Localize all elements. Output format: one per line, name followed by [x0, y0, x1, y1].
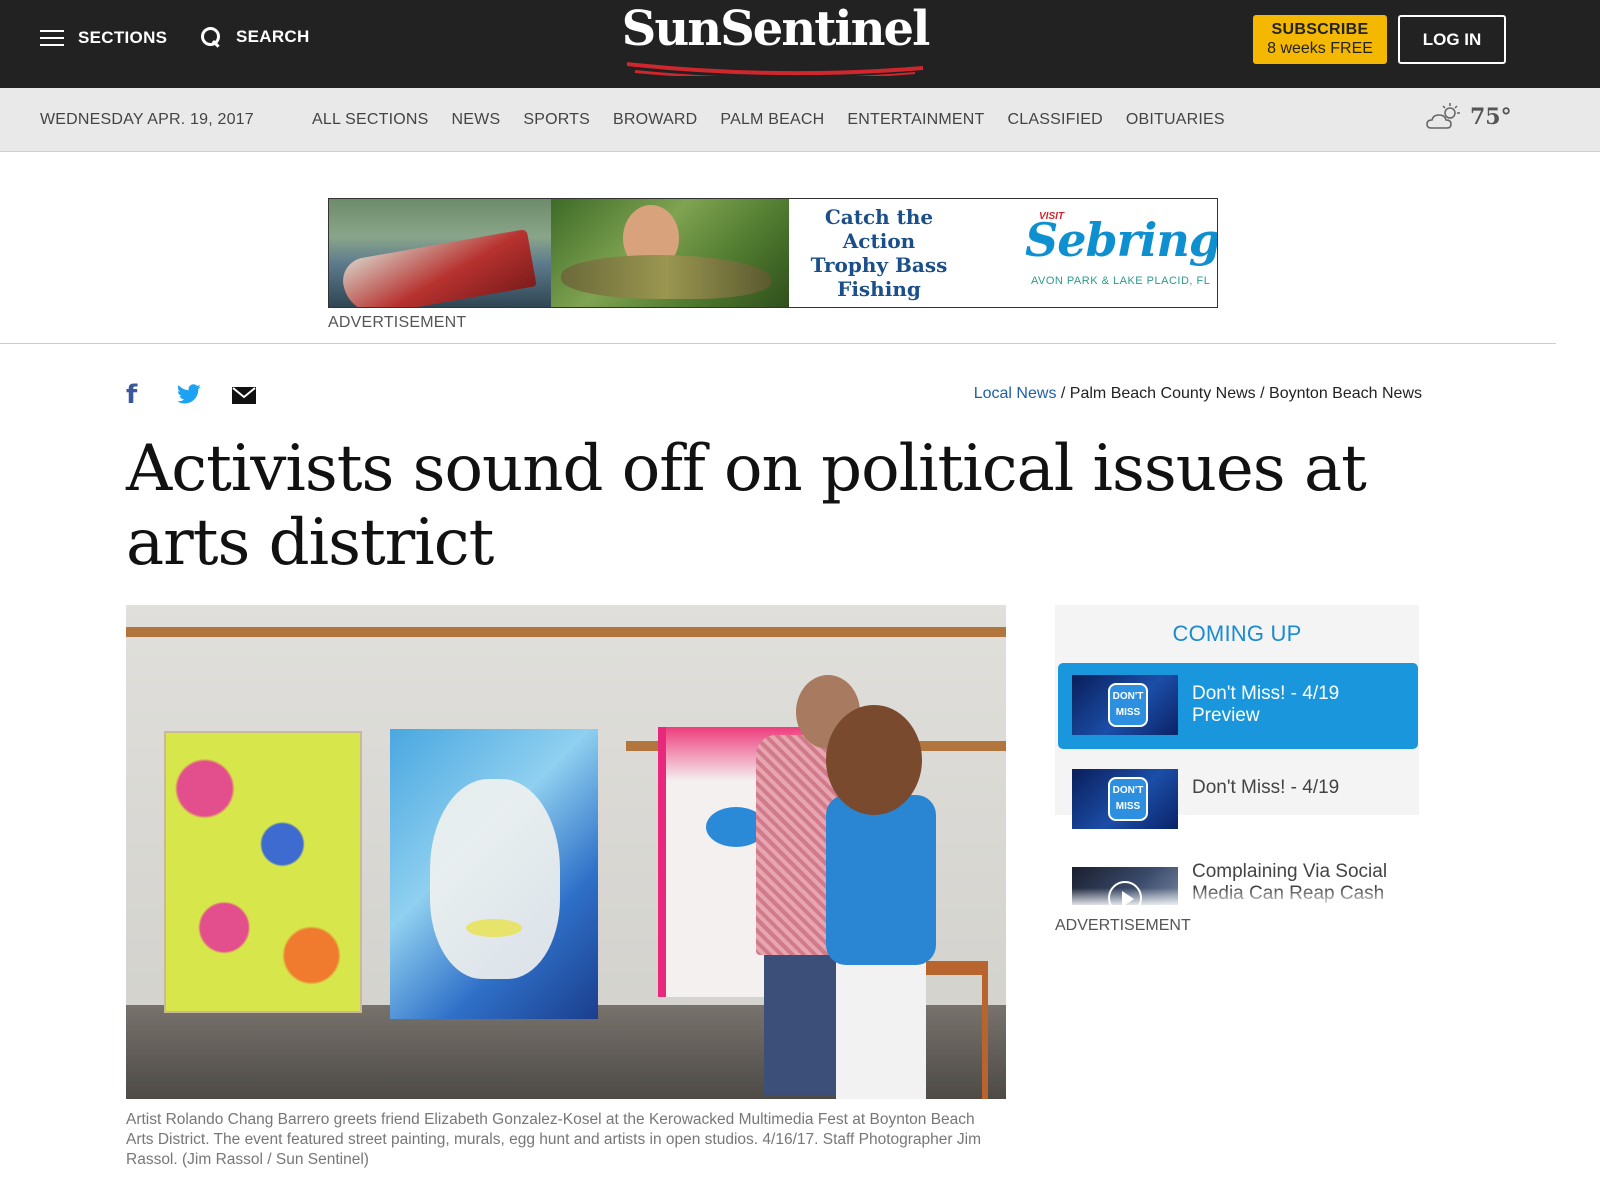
breadcrumb-local-news[interactable]: Local News: [974, 385, 1057, 402]
login-button[interactable]: LOG IN: [1398, 15, 1506, 64]
sections-button[interactable]: SECTIONS: [40, 28, 167, 48]
nav-item-all-sections[interactable]: ALL SECTIONS: [312, 111, 429, 129]
nav-item-entertainment[interactable]: ENTERTAINMENT: [847, 111, 984, 129]
video-item[interactable]: DON'T MISS Don't Miss! - 4/19: [1058, 757, 1418, 843]
breadcrumb-boynton-beach-news[interactable]: Boynton Beach News: [1269, 385, 1422, 402]
ad-copy-line: Fishing: [837, 277, 921, 301]
site-header: SECTIONS SEARCH SunSentinel SUBSCRIBE 8 …: [0, 0, 1600, 88]
video-title: Don't Miss! - 4/19 Preview: [1192, 683, 1340, 726]
logo-swoosh-icon: [627, 62, 923, 76]
hamburger-menu-icon: [40, 29, 64, 47]
partly-cloudy-icon: [1426, 103, 1460, 129]
dont-miss-badge: DON'T MISS: [1108, 683, 1148, 727]
divider: [0, 343, 1556, 344]
logo-text: SunSentinel: [621, 1, 931, 57]
video-item[interactable]: DON'T MISS Don't Miss! - 4/19 Preview: [1058, 663, 1418, 749]
banner-ad[interactable]: Catch the Action Trophy Bass Fishing Seb…: [328, 198, 1218, 308]
facebook-icon[interactable]: f: [126, 380, 156, 410]
sections-label: SECTIONS: [78, 28, 168, 47]
ad-fisherman-photo: [551, 199, 789, 307]
nav-item-obituaries[interactable]: OBITUARIES: [1126, 111, 1225, 129]
section-nav-bar: WEDNESDAY APR. 19, 2017 ALL SECTIONS NEW…: [0, 88, 1600, 152]
ad-label: ADVERTISEMENT: [328, 314, 467, 331]
site-logo[interactable]: SunSentinel: [620, 2, 930, 78]
temperature: 75°: [1470, 104, 1512, 130]
nav-item-news[interactable]: NEWS: [452, 111, 501, 129]
breadcrumb: Local News / Palm Beach County News / Bo…: [974, 385, 1422, 403]
search-label: SEARCH: [236, 27, 310, 46]
fade-overlay: [1055, 888, 1419, 908]
ad-brand-visit: VISIT: [1039, 211, 1065, 222]
nav-item-sports[interactable]: SPORTS: [523, 111, 590, 129]
coming-up-widget: COMING UP DON'T MISS Don't Miss! - 4/19 …: [1055, 605, 1419, 829]
sidebar-ad-label: ADVERTISEMENT: [1055, 917, 1191, 934]
painting-birds: [164, 731, 362, 1013]
video-thumbnail: DON'T MISS: [1072, 769, 1178, 829]
subscribe-button[interactable]: SUBSCRIBE 8 weeks FREE: [1253, 15, 1387, 64]
article-headline: Activists sound off on political issues …: [126, 432, 1367, 580]
video-thumbnail: DON'T MISS: [1072, 675, 1178, 735]
ad-brand-logo: Sebring VISIT AVON PARK & LAKE PLACID, F…: [969, 199, 1217, 307]
video-title: Don't Miss! - 4/19: [1192, 777, 1340, 798]
nav-item-broward[interactable]: BROWARD: [613, 111, 697, 129]
search-button[interactable]: SEARCH: [200, 26, 310, 48]
share-bar: f: [126, 380, 256, 410]
ad-copy-line: Catch the: [824, 205, 934, 229]
twitter-icon[interactable]: [176, 384, 202, 406]
photo-caption: Artist Rolando Chang Barrero greets frie…: [126, 1111, 981, 1168]
painting-face: [390, 729, 598, 1019]
ad-brand-sub: AVON PARK & LAKE PLACID, FL: [1031, 275, 1211, 287]
weather-widget[interactable]: 75°: [1426, 102, 1512, 132]
ad-copy-line: Action: [842, 229, 916, 253]
breadcrumb-separator: /: [1060, 385, 1066, 402]
subscribe-label: SUBSCRIBE: [1271, 21, 1369, 38]
ad-copy-line: Trophy Bass: [810, 253, 948, 277]
search-icon: [200, 26, 222, 48]
nav-item-palm-beach[interactable]: PALM BEACH: [720, 111, 824, 129]
ad-copy: Catch the Action Trophy Bass Fishing: [789, 199, 969, 307]
breadcrumb-palm-beach-county-news[interactable]: Palm Beach County News: [1070, 385, 1256, 402]
current-date: WEDNESDAY APR. 19, 2017: [40, 111, 254, 128]
section-nav: ALL SECTIONS NEWS SPORTS BROWARD PALM BE…: [312, 111, 1248, 129]
ad-boat-photo: [329, 199, 551, 307]
nav-item-classified[interactable]: CLASSIFIED: [1007, 111, 1102, 129]
email-icon[interactable]: [232, 386, 256, 404]
article-photo[interactable]: [126, 605, 1006, 1099]
woman-figure: [826, 705, 956, 1099]
dont-miss-badge: DON'T MISS: [1108, 777, 1148, 821]
coming-up-title: COMING UP: [1172, 621, 1302, 646]
subscribe-offer: 8 weeks FREE: [1267, 40, 1373, 57]
breadcrumb-separator: /: [1260, 385, 1265, 402]
